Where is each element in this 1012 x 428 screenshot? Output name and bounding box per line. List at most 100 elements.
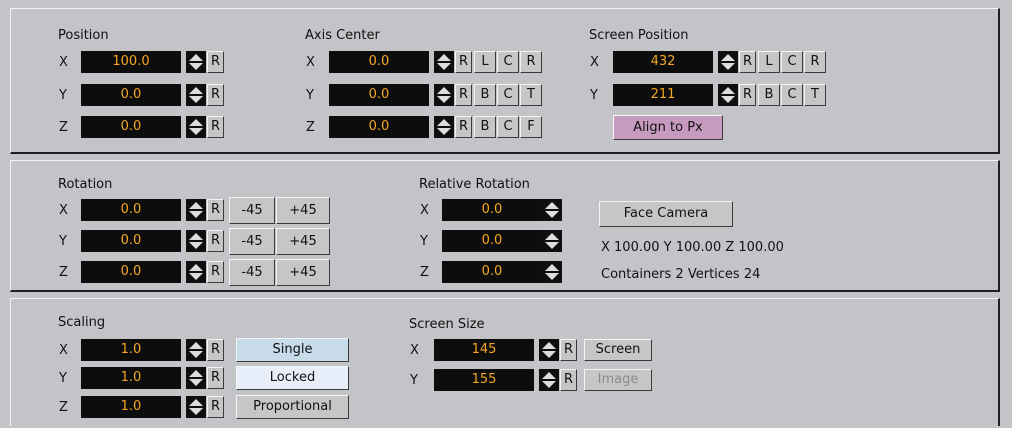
rotation-x-plus-45-button[interactable]: +45 (276, 197, 330, 224)
screen-position-x-align-center-button[interactable]: C (781, 51, 803, 73)
relative-rotation-y-field[interactable]: 0.0 (442, 230, 542, 252)
scaling-title: Scaling (58, 315, 106, 330)
relative-rotation-x-spinner-icon[interactable] (542, 199, 562, 221)
axis-center-y-reset-button[interactable]: R (455, 84, 472, 106)
scaling-y-reset-button[interactable]: R (207, 367, 224, 389)
scaling-z-reset-button[interactable]: R (207, 396, 224, 418)
screen-position-y-align-bottom-button[interactable]: B (758, 84, 780, 106)
screen-position-y-spinner-icon[interactable] (718, 84, 738, 106)
screen-size-y-field[interactable]: 155 (434, 369, 534, 391)
screen-size-x-field[interactable]: 145 (434, 339, 534, 361)
position-z-spinner-icon[interactable] (186, 116, 206, 138)
axis-center-z-field[interactable]: 0.0 (329, 116, 429, 138)
screen-position-x-align-right-button[interactable]: R (804, 51, 826, 73)
screen-position-y-field[interactable]: 211 (613, 84, 713, 106)
screen-position-y-reset-button[interactable]: R (739, 84, 756, 106)
screen-position-y-align-center-button[interactable]: C (781, 84, 803, 106)
position-x-spinner-icon[interactable] (186, 51, 206, 73)
axis-center-x-align-center-button[interactable]: C (497, 51, 519, 73)
scaling-z-field[interactable]: 1.0 (81, 396, 181, 418)
scaling-panel: Scaling X 1.0 R Y 1.0 R Z 1.0 R Single L… (10, 298, 1000, 426)
rotation-z-plus-45-button[interactable]: +45 (276, 259, 330, 286)
scaling-proportional-button[interactable]: Proportional (236, 395, 349, 419)
position-x-reset-button[interactable]: R (207, 51, 224, 73)
relative-rotation-z-field[interactable]: 0.0 (442, 261, 542, 283)
rotation-z-minus-45-button[interactable]: -45 (229, 259, 275, 286)
screen-position-x-spinner-icon[interactable] (718, 51, 738, 73)
position-y-field[interactable]: 0.0 (81, 84, 181, 106)
axis-center-x-field[interactable]: 0.0 (329, 51, 429, 73)
scaling-z-spinner-icon[interactable] (186, 396, 206, 418)
screen-size-y-spinner-icon[interactable] (539, 369, 559, 391)
axis-center-z-reset-button[interactable]: R (455, 116, 472, 138)
axis-center-z-label: Z (306, 120, 315, 135)
axis-center-z-align-back-button[interactable]: B (474, 116, 496, 138)
position-title: Position (58, 28, 109, 43)
rotation-z-reset-button[interactable]: R (207, 261, 224, 283)
screen-size-y-label: Y (410, 373, 418, 388)
screen-size-image-button[interactable]: Image (584, 369, 652, 391)
position-z-field[interactable]: 0.0 (81, 116, 181, 138)
rotation-x-minus-45-button[interactable]: -45 (229, 197, 275, 224)
rotation-x-spinner-icon[interactable] (186, 199, 206, 221)
rotation-z-field[interactable]: 0.0 (81, 261, 181, 283)
screen-position-y-align-top-button[interactable]: T (804, 84, 826, 106)
rotation-y-reset-button[interactable]: R (207, 230, 224, 252)
position-z-label: Z (59, 120, 68, 135)
scaling-y-label: Y (59, 371, 67, 386)
relative-rotation-y-label: Y (420, 234, 428, 249)
scaling-x-field[interactable]: 1.0 (81, 339, 181, 361)
axis-center-z-align-center-button[interactable]: C (497, 116, 519, 138)
position-y-reset-button[interactable]: R (207, 84, 224, 106)
scaling-x-spinner-icon[interactable] (186, 339, 206, 361)
screen-position-x-align-left-button[interactable]: L (758, 51, 780, 73)
screen-size-screen-button[interactable]: Screen (584, 339, 652, 361)
face-camera-button[interactable]: Face Camera (599, 201, 733, 227)
relative-rotation-z-spinner-icon[interactable] (542, 261, 562, 283)
axis-center-y-align-center-button[interactable]: C (497, 84, 519, 106)
axis-center-y-align-bottom-button[interactable]: B (474, 84, 496, 106)
rotation-x-field[interactable]: 0.0 (81, 199, 181, 221)
relative-rotation-x-field[interactable]: 0.0 (442, 199, 542, 221)
axis-center-y-field[interactable]: 0.0 (329, 84, 429, 106)
position-y-spinner-icon[interactable] (186, 84, 206, 106)
rotation-x-reset-button[interactable]: R (207, 199, 224, 221)
rotation-y-plus-45-button[interactable]: +45 (276, 228, 330, 255)
relative-rotation-z-label: Z (420, 265, 429, 280)
axis-center-z-align-front-button[interactable]: F (520, 116, 542, 138)
rotation-y-minus-45-button[interactable]: -45 (229, 228, 275, 255)
scaling-x-reset-button[interactable]: R (207, 339, 224, 361)
position-z-reset-button[interactable]: R (207, 116, 224, 138)
scaling-single-button[interactable]: Single (236, 338, 349, 362)
axis-center-y-spinner-icon[interactable] (434, 84, 454, 106)
axis-center-title: Axis Center (305, 28, 380, 43)
axis-center-x-reset-button[interactable]: R (455, 51, 472, 73)
axis-center-y-align-top-button[interactable]: T (520, 84, 542, 106)
screen-position-x-reset-button[interactable]: R (739, 51, 756, 73)
position-x-field[interactable]: 100.0 (81, 51, 181, 73)
relative-rotation-y-spinner-icon[interactable] (542, 230, 562, 252)
screen-size-title: Screen Size (409, 317, 485, 332)
axis-center-z-spinner-icon[interactable] (434, 116, 454, 138)
rotation-z-spinner-icon[interactable] (186, 261, 206, 283)
screen-size-x-spinner-icon[interactable] (539, 339, 559, 361)
rotation-z-label: Z (59, 265, 68, 280)
axis-center-x-spinner-icon[interactable] (434, 51, 454, 73)
scaling-y-field[interactable]: 1.0 (81, 367, 181, 389)
scaling-locked-button[interactable]: Locked (236, 366, 349, 390)
screen-position-x-field[interactable]: 432 (613, 51, 713, 73)
screen-size-x-reset-button[interactable]: R (560, 339, 577, 361)
align-to-px-button[interactable]: Align to Px (613, 115, 723, 140)
scaling-x-label: X (59, 343, 68, 358)
rotation-title: Rotation (58, 177, 113, 192)
scaling-z-label: Z (59, 400, 68, 415)
axis-center-x-align-right-button[interactable]: R (520, 51, 542, 73)
transform-panel: Position X 100.0 R Y 0.0 R Z 0.0 R Axis … (10, 8, 1000, 154)
rotation-y-field[interactable]: 0.0 (81, 230, 181, 252)
screen-size-y-reset-button[interactable]: R (560, 369, 577, 391)
relative-rotation-title: Relative Rotation (419, 177, 530, 192)
position-x-label: X (59, 55, 68, 70)
rotation-y-spinner-icon[interactable] (186, 230, 206, 252)
scaling-y-spinner-icon[interactable] (186, 367, 206, 389)
axis-center-x-align-left-button[interactable]: L (474, 51, 496, 73)
